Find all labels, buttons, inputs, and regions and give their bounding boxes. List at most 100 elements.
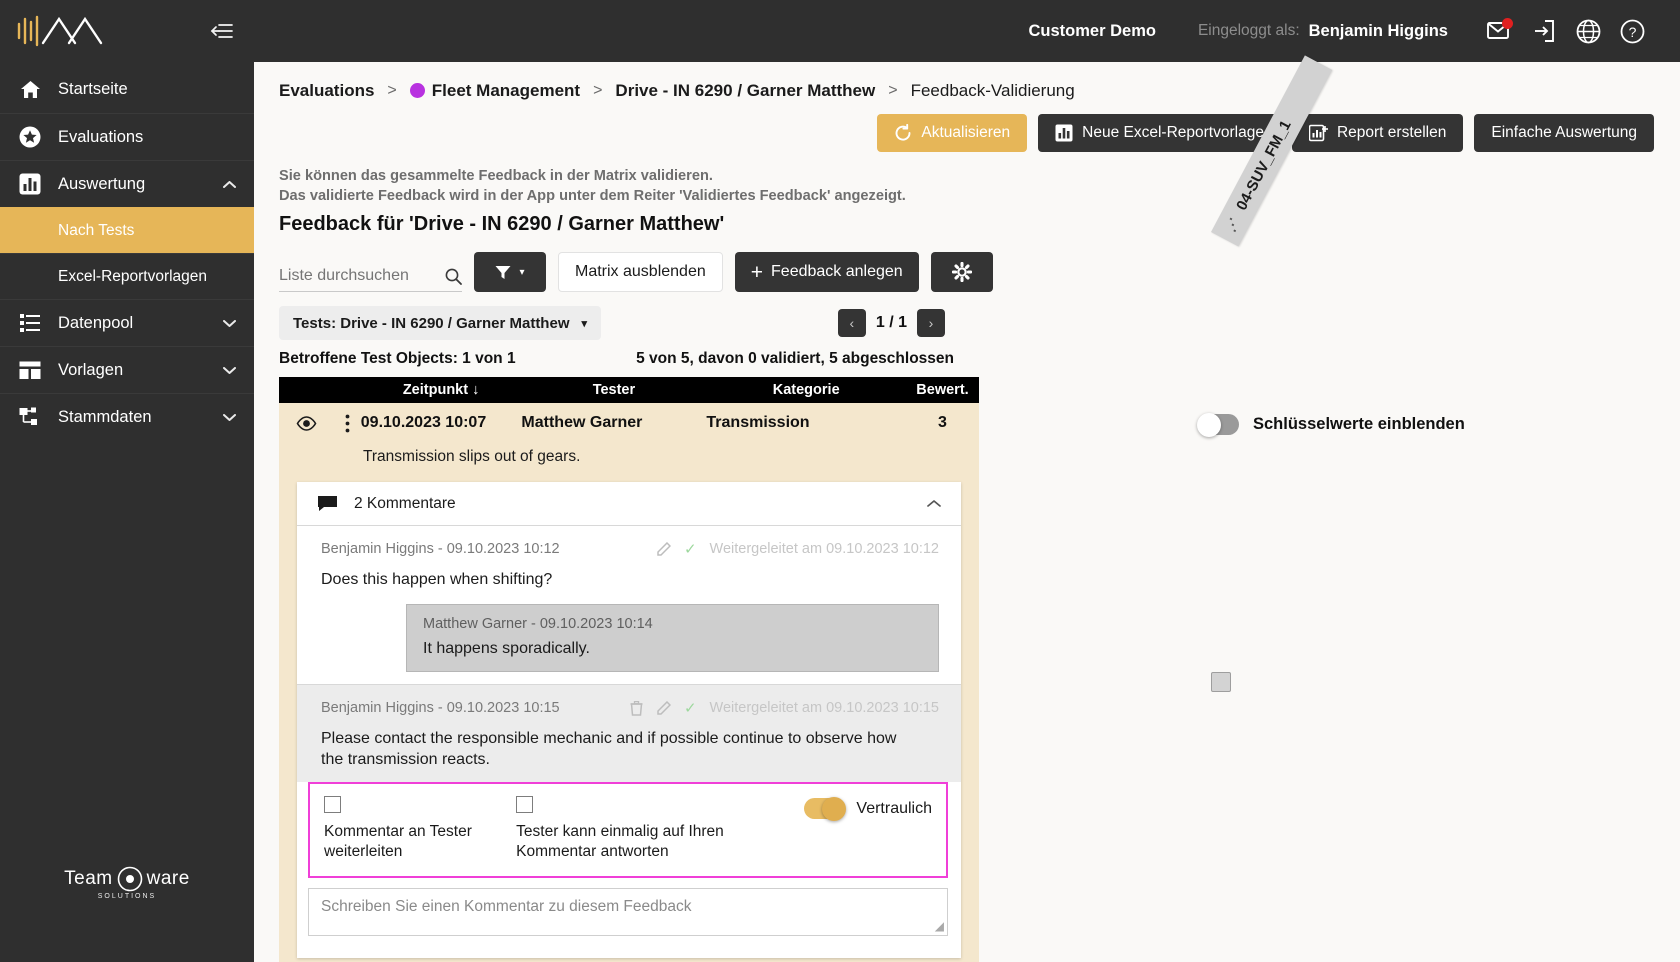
sidebar-item-startseite[interactable]: Startseite: [0, 66, 254, 113]
settings-button[interactable]: [930, 252, 993, 292]
filter-button[interactable]: ▾: [474, 252, 546, 292]
comment-icon: [317, 495, 338, 512]
tests-filter-label: Tests: Drive - IN 6290 / Garner Matthew: [293, 314, 570, 332]
forward-to-tester-checkbox[interactable]: [324, 796, 341, 813]
sidebar-item-vorlagen[interactable]: Vorlagen: [0, 346, 254, 393]
sidebar-item-label: Evaluations: [58, 127, 144, 146]
show-key-values-row: Schlüsselwerte einblenden: [1197, 412, 1465, 437]
chevron-down-icon: [223, 413, 236, 422]
feedback-tester: Matthew Garner: [521, 414, 643, 431]
sitemap-icon: [18, 407, 42, 427]
collapse-sidebar-icon[interactable]: [210, 21, 234, 41]
help-icon[interactable]: ?: [1610, 9, 1654, 53]
sidebar-subitem-label: Nach Tests: [58, 221, 135, 239]
breadcrumb-label: Fleet Management: [431, 81, 581, 100]
breadcrumb-item-feedback-validierung: Feedback-Validierung: [910, 81, 1075, 100]
simple-evaluation-button[interactable]: Einfache Auswertung: [1474, 114, 1654, 152]
create-report-button[interactable]: Report erstellen: [1291, 114, 1464, 152]
breadcrumb-item-drive[interactable]: Drive - IN 6290 / Garner Matthew: [615, 81, 875, 101]
comment-body: Does this happen when shifting?: [321, 571, 553, 588]
pager-prev-button[interactable]: ‹: [837, 309, 866, 337]
refresh-button[interactable]: Aktualisieren: [877, 114, 1028, 152]
sidebar-subitem-excel-reportvorlagen[interactable]: Excel-Reportvorlagen: [0, 253, 254, 299]
affected-test-objects-count: Betroffene Test Objects: 1 von 1: [279, 350, 516, 367]
footer-gear-icon: [117, 866, 143, 892]
refresh-icon: [894, 124, 912, 142]
feedback-status-count: 5 von 5, davon 0 validiert, 5 abgeschlos…: [636, 350, 954, 367]
filter-row: Tests: Drive - IN 6290 / Garner Matthew …: [254, 292, 1680, 340]
confidential-toggle[interactable]: [804, 796, 847, 821]
column-header-bewertung[interactable]: Bewert.: [906, 382, 979, 398]
sidebar-nav: Startseite Evaluations Auswertung Nach T…: [0, 66, 254, 440]
eye-icon[interactable]: [279, 415, 334, 431]
column-header-kategorie[interactable]: Kategorie: [706, 382, 906, 398]
sidebar-subitem-label: Excel-Reportvorlagen: [58, 267, 208, 285]
topbar-username: Benjamin Higgins: [1308, 21, 1448, 40]
sidebar-item-auswertung[interactable]: Auswertung: [0, 160, 254, 207]
list-toolbar: ▾ Matrix ausblenden + Feedback anlegen: [254, 236, 1680, 292]
add-feedback-button[interactable]: + Feedback anlegen: [734, 252, 919, 292]
logout-icon[interactable]: [1522, 9, 1566, 53]
pencil-icon[interactable]: [656, 541, 671, 557]
breadcrumb-separator: >: [387, 82, 397, 99]
confidential-label: Vertraulich: [856, 799, 932, 817]
mail-icon[interactable]: [1478, 9, 1522, 53]
page-title: Feedback für 'Drive - IN 6290 / Garner M…: [279, 213, 725, 235]
search-icon[interactable]: [445, 268, 462, 285]
feedback-description: Transmission slips out of gears.: [363, 448, 581, 465]
globe-icon[interactable]: [1566, 9, 1610, 53]
drag-handle-icon[interactable]: ⋰: [1222, 214, 1243, 234]
confidential-option: Vertraulich: [804, 796, 932, 821]
comment-author-time: Benjamin Higgins - 09.10.2023 10:12: [321, 541, 560, 557]
chevron-up-icon: [223, 180, 236, 189]
new-excel-report-template-button[interactable]: Neue Excel-Reportvorlage: [1038, 114, 1281, 152]
topbar-loggedin-label: Eingeloggt als:: [1197, 22, 1300, 39]
breadcrumb-item-fleet-management[interactable]: Fleet Management: [409, 81, 581, 101]
comment-item: Benjamin Higgins - 09.10.2023 10:12 ✓ We…: [297, 526, 961, 684]
footer-brand-team: Team: [64, 868, 113, 889]
forwarded-check-icon: ✓: [683, 541, 697, 558]
sidebar-item-datenpool[interactable]: Datenpool: [0, 299, 254, 346]
chevron-up-icon[interactable]: [927, 499, 941, 508]
tester-may-reply-checkbox[interactable]: [516, 796, 534, 813]
footer-brand-ware: ware: [146, 868, 190, 889]
toggle-matrix-button[interactable]: Matrix ausblenden: [558, 252, 723, 292]
feedback-rating: 3: [938, 414, 947, 431]
sidebar-item-stammdaten[interactable]: Stammdaten: [0, 393, 254, 440]
comment-forwarded-label: Weitergeleitet am 09.10.2023 10:12: [709, 541, 939, 557]
column-header-zeitpunkt[interactable]: Zeitpunkt ↓: [361, 382, 522, 398]
pager: ‹ 1 / 1 ›: [837, 309, 945, 337]
feedback-row-header[interactable]: 09.10.2023 10:07 Matthew Garner Transmis…: [279, 403, 979, 443]
sidebar-subitem-nach-tests[interactable]: Nach Tests: [0, 207, 254, 253]
comments-panel-header[interactable]: 2 Kommentare: [297, 482, 961, 526]
show-key-values-toggle[interactable]: [1197, 412, 1239, 437]
sidebar-item-evaluations[interactable]: Evaluations: [0, 113, 254, 160]
pencil-icon[interactable]: [656, 700, 671, 716]
search-field[interactable]: [279, 267, 462, 292]
chart-plus-icon: [1308, 124, 1328, 142]
toggle-matrix-label: Matrix ausblenden: [575, 263, 706, 280]
feedback-card-spacer: [279, 958, 979, 962]
new-comment-input[interactable]: Schreiben Sie einen Kommentar zu diesem …: [308, 888, 948, 936]
pager-next-button[interactable]: ›: [917, 309, 945, 337]
tester-may-reply-option: Tester kann einmalig auf Ihren Kommentar…: [516, 796, 804, 862]
breadcrumb: Evaluations > Fleet Management > Drive -…: [254, 62, 1680, 101]
trash-icon[interactable]: [630, 700, 643, 716]
feedback-table-header: Zeitpunkt ↓ Tester Kategorie Bewert.: [279, 377, 979, 403]
comment-forwarded-label: Weitergeleitet am 09.10.2023 10:15: [709, 700, 939, 716]
breadcrumb-item-evaluations[interactable]: Evaluations: [279, 81, 374, 101]
add-feedback-label: Feedback anlegen: [771, 263, 903, 280]
reply-body: It happens sporadically.: [423, 640, 590, 657]
matrix-validation-checkbox[interactable]: [1211, 672, 1231, 692]
feedback-timestamp: 09.10.2023 10:07: [360, 414, 487, 431]
comment-body: Please contact the responsible mechanic …: [321, 730, 897, 768]
comment-author-time: Benjamin Higgins - 09.10.2023 10:15: [321, 700, 560, 716]
resize-grip-icon[interactable]: ◢: [935, 919, 944, 933]
more-vertical-icon[interactable]: [334, 414, 361, 433]
comments-count-label: 2 Kommentare: [354, 494, 456, 512]
tests-filter-chip[interactable]: Tests: Drive - IN 6290 / Garner Matthew …: [279, 306, 602, 340]
search-input[interactable]: [279, 267, 429, 285]
comment-meta: Benjamin Higgins - 09.10.2023 10:12 ✓ We…: [321, 540, 939, 558]
topbar-company: Customer Demo: [1028, 21, 1156, 40]
column-header-tester[interactable]: Tester: [521, 382, 706, 398]
